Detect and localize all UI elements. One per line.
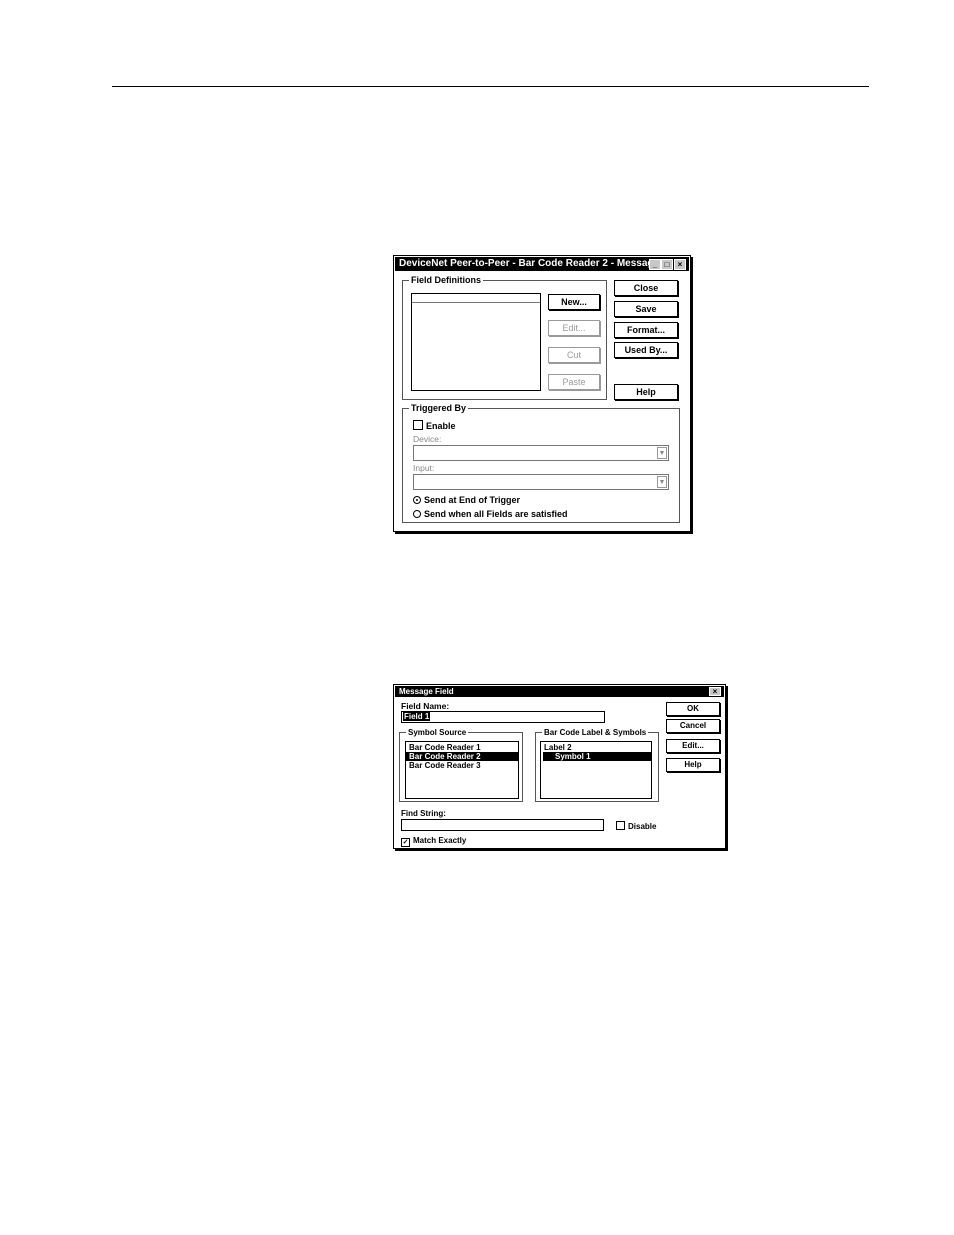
ok-button[interactable]: OK (666, 702, 720, 716)
symbol-source-group: Symbol Source Bar Code Reader 1 Bar Code… (399, 727, 523, 802)
radio-end-label: Send at End of Trigger (424, 495, 521, 505)
dialog-title-bar[interactable]: Message Field × (395, 686, 724, 697)
label-symbols-label: Bar Code Label & Symbols (542, 727, 649, 739)
format-button[interactable]: Format... (614, 322, 678, 338)
input-label: Input: (413, 463, 435, 473)
find-string-label: Find String: (401, 809, 446, 818)
radio-button[interactable] (413, 510, 421, 518)
list-item[interactable]: Bar Code Reader 1 (406, 743, 518, 752)
list-item[interactable]: Bar Code Reader 3 (406, 761, 518, 770)
close-icon[interactable]: × (709, 687, 721, 696)
label-symbols-tree[interactable]: Label 2 Symbol 1 (540, 741, 652, 799)
used-by-button[interactable]: Used By... (614, 342, 678, 358)
disable-checkbox[interactable]: Disable (616, 821, 656, 832)
symbol-source-list[interactable]: Bar Code Reader 1 Bar Code Reader 2 Bar … (405, 741, 519, 799)
save-button[interactable]: Save (614, 301, 678, 317)
peer-to-peer-message-dialog: DeviceNet Peer-to-Peer - Bar Code Reader… (393, 255, 691, 532)
chevron-down-icon[interactable]: ▼ (657, 447, 667, 459)
device-dropdown[interactable]: ▼ (413, 445, 669, 461)
maximize-icon[interactable]: □ (661, 259, 673, 270)
tree-item-symbol-selected[interactable]: Symbol 1 (543, 752, 651, 761)
help-button[interactable]: Help (666, 758, 720, 772)
paste-button[interactable]: Paste (548, 374, 600, 390)
find-string-input[interactable] (401, 819, 604, 831)
field-name-input[interactable]: Field 1 (401, 711, 605, 723)
close-button[interactable]: Close (614, 280, 678, 296)
tree-item-label[interactable]: Label 2 (541, 743, 651, 752)
disable-checkbox-box[interactable] (616, 821, 625, 830)
dialog-title-bar[interactable]: DeviceNet Peer-to-Peer - Bar Code Reader… (395, 257, 689, 271)
match-exactly-checkbox[interactable]: ✓ Match Exactly (401, 835, 466, 847)
new-button[interactable]: New... (548, 294, 600, 310)
enable-checkbox-box[interactable] (413, 420, 423, 430)
check-icon[interactable]: ✓ (401, 838, 410, 847)
dialog-title: DeviceNet Peer-to-Peer - Bar Code Reader… (399, 258, 660, 269)
enable-label: Enable (426, 421, 456, 431)
radio-send-end-of-trigger[interactable]: Send at End of Trigger (413, 495, 520, 506)
triggered-by-group: Triggered By Enable Device: ▼ Input: ▼ S… (402, 402, 680, 523)
radio-button-selected[interactable] (413, 496, 421, 504)
field-name-label: Field Name: (401, 701, 450, 711)
list-item-selected[interactable]: Bar Code Reader 2 (406, 752, 518, 761)
device-label: Device: (413, 434, 442, 444)
radio-send-when-all-fields[interactable]: Send when all Fields are satisfied (413, 509, 568, 520)
message-field-dialog: Message Field × Field Name: Field 1 Symb… (393, 684, 726, 849)
input-dropdown[interactable]: ▼ (413, 474, 669, 490)
label-symbols-group: Bar Code Label & Symbols Label 2 Symbol … (535, 727, 659, 802)
field-name-value: Field 1 (403, 712, 431, 721)
chevron-down-icon[interactable]: ▼ (657, 476, 667, 488)
enable-checkbox[interactable]: Enable (413, 420, 456, 432)
radio-all-label: Send when all Fields are satisfied (424, 509, 568, 519)
dialog-title: Message Field (399, 687, 454, 696)
symbol-source-label: Symbol Source (406, 727, 469, 739)
close-icon[interactable]: × (674, 259, 686, 270)
field-definitions-label: Field Definitions (409, 274, 484, 286)
disable-label: Disable (628, 822, 657, 831)
header-rule (112, 86, 869, 87)
minimize-icon[interactable]: _ (649, 259, 661, 270)
match-exactly-label: Match Exactly (413, 836, 467, 845)
triggered-by-label: Triggered By (409, 402, 469, 414)
field-definitions-list[interactable] (411, 293, 541, 391)
field-definitions-group: Field Definitions New... Edit... Cut Pas… (402, 274, 607, 400)
edit-button[interactable]: Edit... (666, 739, 720, 753)
edit-button[interactable]: Edit... (548, 320, 600, 336)
cancel-button[interactable]: Cancel (666, 719, 720, 733)
help-button[interactable]: Help (614, 384, 678, 400)
cut-button[interactable]: Cut (548, 347, 600, 363)
